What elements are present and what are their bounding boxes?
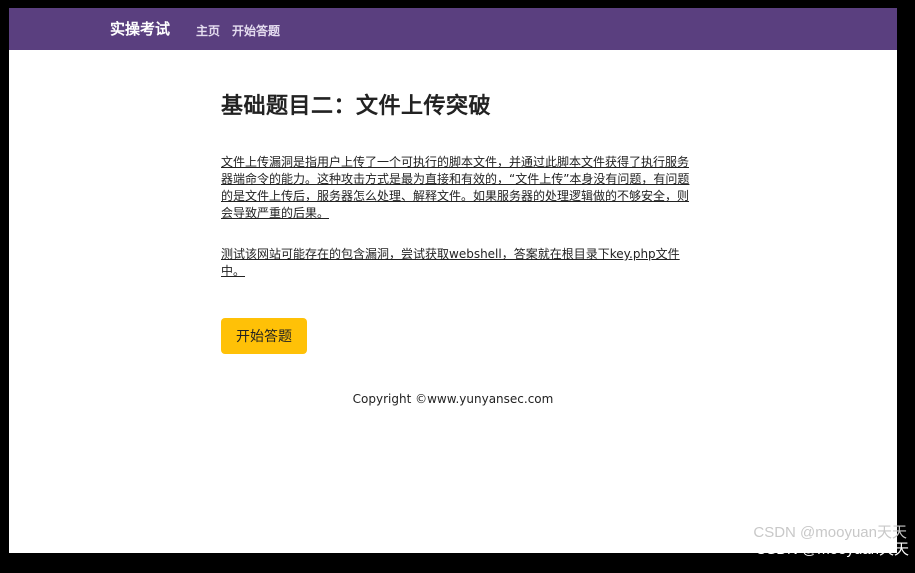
navbar-brand[interactable]: 实操考试 xyxy=(110,18,170,39)
navbar: 实操考试 主页 开始答题 xyxy=(9,8,897,50)
nav-link-start[interactable]: 开始答题 xyxy=(232,22,280,39)
main-content: 基础题目二：文件上传突破 xyxy=(221,88,691,120)
window-frame: 实操考试 主页 开始答题 基础题目二：文件上传突破 文件上传漏洞是指用户上传了一… xyxy=(0,0,915,573)
start-answer-button[interactable]: 开始答题 xyxy=(221,318,307,354)
nav-link-home[interactable]: 主页 xyxy=(196,22,220,39)
task-paragraph: 测试该网站可能存在的包含漏洞，尝试获取webshell，答案就在根目录下key.… xyxy=(221,247,680,278)
description-paragraph: 文件上传漏洞是指用户上传了一个可执行的脚本文件，并通过此脚本文件获得了执行服务器… xyxy=(221,155,690,220)
page-title: 基础题目二：文件上传突破 xyxy=(221,94,492,119)
browser-viewport: 实操考试 主页 开始答题 基础题目二：文件上传突破 文件上传漏洞是指用户上传了一… xyxy=(9,8,897,553)
watermark: CSDN @mooyuan天天 xyxy=(755,541,909,558)
footer-copyright: Copyright ©www.yunyansec.com xyxy=(352,392,554,406)
